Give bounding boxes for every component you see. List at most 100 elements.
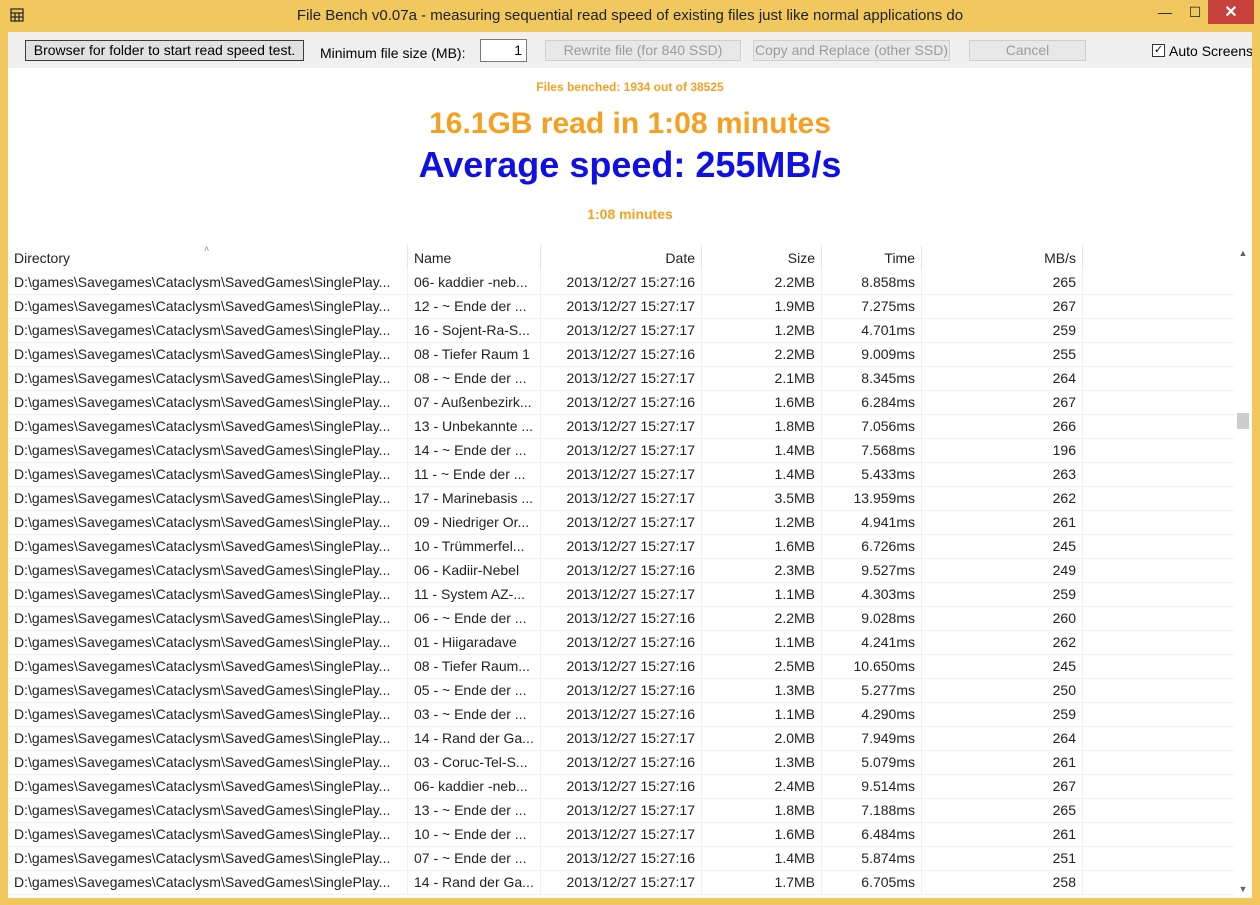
cell-name: 05 - ~ Ende der ... xyxy=(408,679,541,702)
browse-folder-button[interactable]: Browser for folder to start read speed t… xyxy=(25,40,304,61)
cell-mbs: 267 xyxy=(922,775,1083,798)
table-row[interactable]: D:\games\Savegames\Cataclysm\SavedGames\… xyxy=(8,271,1234,295)
auto-screenshot-label[interactable]: Auto Screens xyxy=(1169,43,1252,59)
table-row[interactable]: D:\games\Savegames\Cataclysm\SavedGames\… xyxy=(8,367,1234,391)
column-header-date[interactable]: Date xyxy=(541,245,702,270)
table-row[interactable]: D:\games\Savegames\Cataclysm\SavedGames\… xyxy=(8,823,1234,847)
cell-name: 08 - Tiefer Raum... xyxy=(408,655,541,678)
cell-date: 2013/12/27 15:27:16 xyxy=(541,343,702,366)
table-row[interactable]: D:\games\Savegames\Cataclysm\SavedGames\… xyxy=(8,463,1234,487)
table-row[interactable]: D:\games\Savegames\Cataclysm\SavedGames\… xyxy=(8,535,1234,559)
scrollbar-track[interactable] xyxy=(1237,262,1249,881)
cell-mbs: 261 xyxy=(922,511,1083,534)
cell-directory: D:\games\Savegames\Cataclysm\SavedGames\… xyxy=(8,823,408,846)
cell-date: 2013/12/27 15:27:16 xyxy=(541,775,702,798)
cell-time: 9.009ms xyxy=(822,343,922,366)
cell-name: 01 - Hiigaradave xyxy=(408,631,541,654)
scrollbar-thumb[interactable] xyxy=(1237,413,1249,429)
column-header-size[interactable]: Size xyxy=(702,245,822,270)
cell-directory: D:\games\Savegames\Cataclysm\SavedGames\… xyxy=(8,559,408,582)
scroll-up-icon[interactable]: ▲ xyxy=(1234,245,1252,262)
cell-name: 06 - Kadiir-Nebel xyxy=(408,559,541,582)
read-summary-text: 16.1GB read in 1:08 minutes xyxy=(429,107,831,140)
table-row[interactable]: D:\games\Savegames\Cataclysm\SavedGames\… xyxy=(8,391,1234,415)
cell-directory: D:\games\Savegames\Cataclysm\SavedGames\… xyxy=(8,391,408,414)
table-row[interactable]: D:\games\Savegames\Cataclysm\SavedGames\… xyxy=(8,751,1234,775)
cell-mbs: 255 xyxy=(922,343,1083,366)
cell-directory: D:\games\Savegames\Cataclysm\SavedGames\… xyxy=(8,607,408,630)
title-bar[interactable]: File Bench v0.07a - measuring sequential… xyxy=(0,0,1260,32)
table-row[interactable]: D:\games\Savegames\Cataclysm\SavedGames\… xyxy=(8,871,1234,895)
cell-directory: D:\games\Savegames\Cataclysm\SavedGames\… xyxy=(8,511,408,534)
cell-time: 10.650ms xyxy=(822,655,922,678)
cell-mbs: 265 xyxy=(922,271,1083,294)
cell-name: 06- kaddier -neb... xyxy=(408,775,541,798)
cell-time: 8.858ms xyxy=(822,271,922,294)
cell-mbs: 245 xyxy=(922,655,1083,678)
cell-mbs: 249 xyxy=(922,559,1083,582)
results-list[interactable]: Directory ˄ Name Date Size Time MB/s D:\… xyxy=(8,245,1252,898)
rewrite-file-button[interactable]: Rewrite file (for 840 SSD) xyxy=(545,40,741,61)
table-row[interactable]: D:\games\Savegames\Cataclysm\SavedGames\… xyxy=(8,559,1234,583)
cell-directory: D:\games\Savegames\Cataclysm\SavedGames\… xyxy=(8,799,408,822)
copy-replace-button[interactable]: Copy and Replace (other SSD) xyxy=(753,40,950,61)
cell-size: 1.2MB xyxy=(702,511,822,534)
cell-date: 2013/12/27 15:27:17 xyxy=(541,319,702,342)
table-row[interactable]: D:\games\Savegames\Cataclysm\SavedGames\… xyxy=(8,583,1234,607)
cell-date: 2013/12/27 15:27:16 xyxy=(541,847,702,870)
auto-screenshot-checkbox[interactable]: ✓ xyxy=(1152,44,1165,57)
cell-size: 2.4MB xyxy=(702,775,822,798)
cell-directory: D:\games\Savegames\Cataclysm\SavedGames\… xyxy=(8,775,408,798)
table-row[interactable]: D:\games\Savegames\Cataclysm\SavedGames\… xyxy=(8,847,1234,871)
table-row[interactable]: D:\games\Savegames\Cataclysm\SavedGames\… xyxy=(8,439,1234,463)
table-row[interactable]: D:\games\Savegames\Cataclysm\SavedGames\… xyxy=(8,727,1234,751)
cell-name: 11 - ~ Ende der ... xyxy=(408,463,541,486)
cell-directory: D:\games\Savegames\Cataclysm\SavedGames\… xyxy=(8,847,408,870)
toolbar: Browser for folder to start read speed t… xyxy=(8,32,1252,68)
cell-date: 2013/12/27 15:27:16 xyxy=(541,703,702,726)
cell-time: 4.241ms xyxy=(822,631,922,654)
cell-size: 2.2MB xyxy=(702,607,822,630)
maximize-icon[interactable]: ☐ xyxy=(1180,0,1210,24)
cell-time: 4.941ms xyxy=(822,511,922,534)
cell-size: 1.8MB xyxy=(702,415,822,438)
min-size-input[interactable]: 1 xyxy=(480,39,527,62)
cell-directory: D:\games\Savegames\Cataclysm\SavedGames\… xyxy=(8,655,408,678)
table-row[interactable]: D:\games\Savegames\Cataclysm\SavedGames\… xyxy=(8,655,1234,679)
cell-name: 14 - ~ Ende der ... xyxy=(408,439,541,462)
table-row[interactable]: D:\games\Savegames\Cataclysm\SavedGames\… xyxy=(8,703,1234,727)
cell-time: 7.568ms xyxy=(822,439,922,462)
cell-name: 16 - Sojent-Ra-S... xyxy=(408,319,541,342)
cell-directory: D:\games\Savegames\Cataclysm\SavedGames\… xyxy=(8,751,408,774)
cell-size: 1.2MB xyxy=(702,319,822,342)
vertical-scrollbar[interactable]: ▲ ▼ xyxy=(1234,245,1252,898)
table-row[interactable]: D:\games\Savegames\Cataclysm\SavedGames\… xyxy=(8,343,1234,367)
cell-directory: D:\games\Savegames\Cataclysm\SavedGames\… xyxy=(8,463,408,486)
cell-time: 7.949ms xyxy=(822,727,922,750)
column-header-name[interactable]: Name xyxy=(408,245,541,270)
table-row[interactable]: D:\games\Savegames\Cataclysm\SavedGames\… xyxy=(8,295,1234,319)
cell-date: 2013/12/27 15:27:17 xyxy=(541,799,702,822)
table-row[interactable]: D:\games\Savegames\Cataclysm\SavedGames\… xyxy=(8,775,1234,799)
cell-date: 2013/12/27 15:27:16 xyxy=(541,391,702,414)
table-row[interactable]: D:\games\Savegames\Cataclysm\SavedGames\… xyxy=(8,799,1234,823)
cell-mbs: 260 xyxy=(922,607,1083,630)
close-icon[interactable]: ✕ xyxy=(1208,0,1254,24)
column-header-mbs[interactable]: MB/s xyxy=(922,245,1083,270)
table-row[interactable]: D:\games\Savegames\Cataclysm\SavedGames\… xyxy=(8,487,1234,511)
cell-date: 2013/12/27 15:27:17 xyxy=(541,463,702,486)
cell-mbs: 265 xyxy=(922,799,1083,822)
table-row[interactable]: D:\games\Savegames\Cataclysm\SavedGames\… xyxy=(8,679,1234,703)
table-row[interactable]: D:\games\Savegames\Cataclysm\SavedGames\… xyxy=(8,631,1234,655)
cancel-button[interactable]: Cancel xyxy=(969,40,1086,61)
scroll-down-icon[interactable]: ▼ xyxy=(1234,881,1252,898)
table-row[interactable]: D:\games\Savegames\Cataclysm\SavedGames\… xyxy=(8,415,1234,439)
table-row[interactable]: D:\games\Savegames\Cataclysm\SavedGames\… xyxy=(8,607,1234,631)
minimize-icon[interactable]: — xyxy=(1150,0,1180,24)
table-row[interactable]: D:\games\Savegames\Cataclysm\SavedGames\… xyxy=(8,511,1234,535)
cell-directory: D:\games\Savegames\Cataclysm\SavedGames\… xyxy=(8,295,408,318)
table-row[interactable]: D:\games\Savegames\Cataclysm\SavedGames\… xyxy=(8,319,1234,343)
cell-directory: D:\games\Savegames\Cataclysm\SavedGames\… xyxy=(8,343,408,366)
cell-size: 2.3MB xyxy=(702,559,822,582)
column-header-time[interactable]: Time xyxy=(822,245,922,270)
